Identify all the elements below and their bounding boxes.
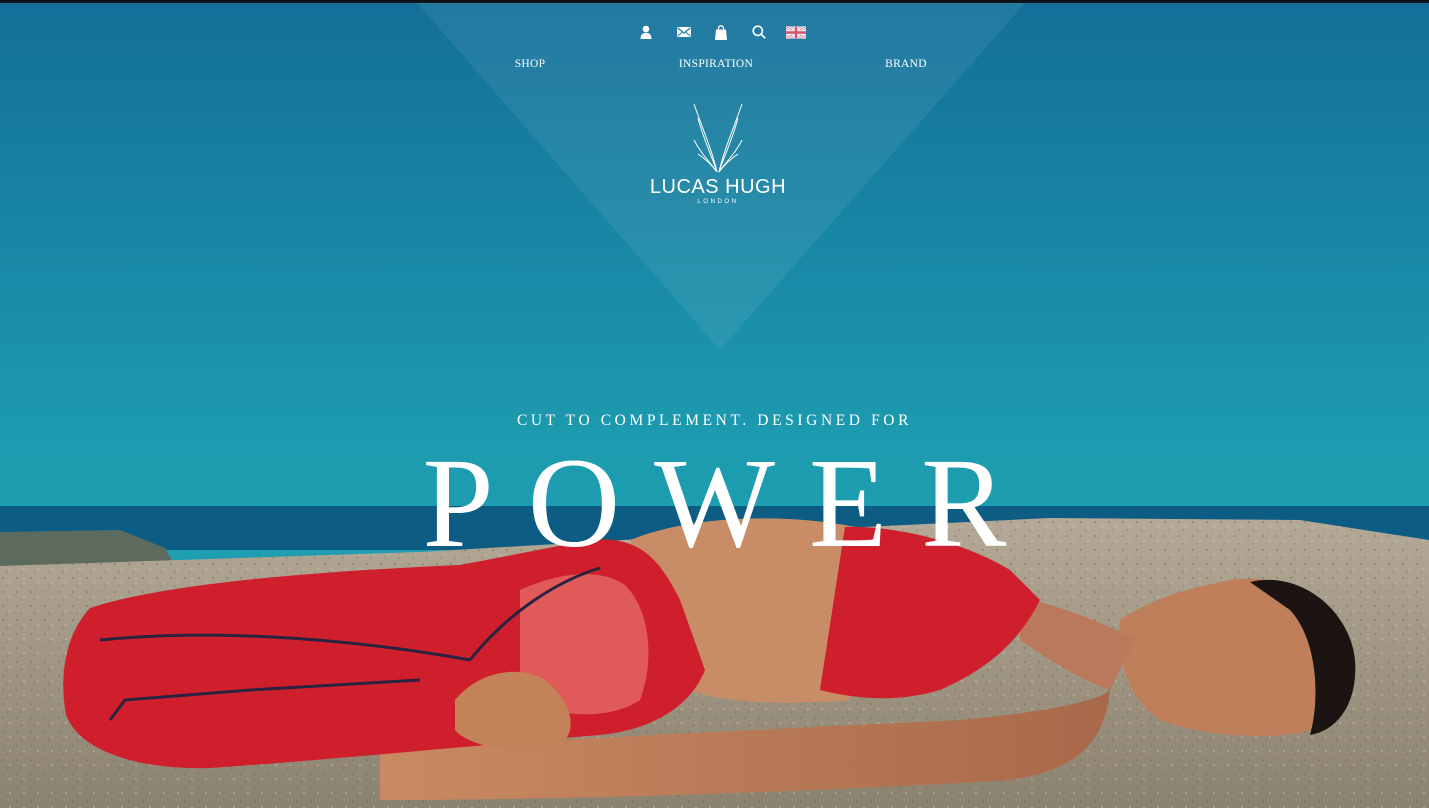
nav-brand[interactable]: BRAND bbox=[885, 58, 927, 70]
nav-inspiration[interactable]: INSPIRATION bbox=[679, 58, 753, 70]
brand-logo[interactable]: LUCAS HUGH LONDON bbox=[618, 100, 818, 212]
utility-nav bbox=[636, 22, 806, 42]
main-nav: SHOP INSPIRATION BRAND bbox=[0, 58, 1429, 76]
search-icon bbox=[751, 25, 766, 39]
hero-tagline: CUT TO COMPLEMENT. DESIGNED FOR bbox=[516, 412, 913, 429]
contact-button[interactable] bbox=[674, 22, 694, 42]
logo-name: LUCAS HUGH bbox=[649, 176, 787, 198]
wing-logo-icon bbox=[693, 103, 743, 173]
language-selector[interactable] bbox=[786, 22, 806, 42]
uk-flag-icon bbox=[786, 25, 806, 39]
hero-headline: POWER bbox=[422, 432, 1041, 574]
user-icon bbox=[640, 25, 652, 39]
top-edge-bar bbox=[0, 0, 1429, 3]
search-button[interactable] bbox=[749, 22, 769, 42]
nav-shop[interactable]: SHOP bbox=[515, 58, 546, 70]
mail-icon bbox=[676, 27, 691, 37]
account-button[interactable] bbox=[636, 22, 656, 42]
logo-subtitle: LONDON bbox=[697, 199, 739, 205]
shopping-bag-button[interactable] bbox=[711, 22, 731, 42]
shopping-bag-icon bbox=[715, 24, 727, 40]
